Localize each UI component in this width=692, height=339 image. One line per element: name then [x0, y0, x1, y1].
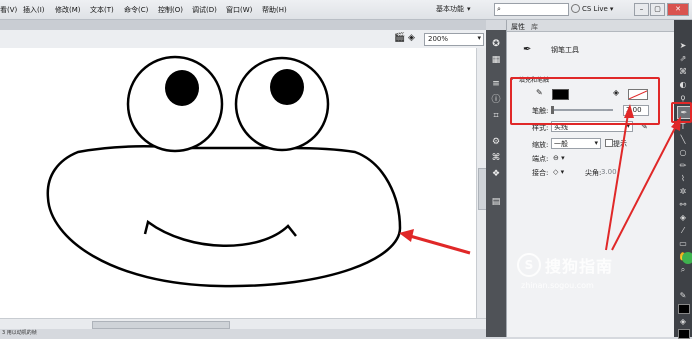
cs-live-label: CS Live	[582, 4, 608, 13]
zoom-tool-icon[interactable]: ⌕	[677, 264, 689, 275]
info-panel-icon[interactable]: ⓘ	[489, 94, 503, 106]
menu-bar: 看(V) 插入(I) 修改(M) 文本(T) 命令(C) 控制(O) 调试(D)…	[0, 0, 692, 20]
document-tab-strip	[0, 20, 486, 30]
document-toolbar: 🎬 ◈ 200% ▾	[0, 30, 486, 49]
pen-tool-icon: ✒	[523, 44, 532, 55]
cs-live-icon	[571, 4, 580, 13]
menu-help[interactable]: 帮助(H)	[262, 5, 287, 15]
color-panel-icon[interactable]: ✪	[489, 38, 503, 50]
zoom-select[interactable]: 200% ▾	[424, 33, 484, 46]
help-search-input[interactable]: ⌕	[494, 3, 569, 16]
chevron-down-icon: ▾	[609, 4, 614, 13]
cs-live-button[interactable]: CS Live ▾	[571, 4, 613, 13]
zoom-value: 200%	[428, 35, 449, 43]
menu-control[interactable]: 控制(O)	[158, 5, 183, 15]
stage-canvas[interactable]	[0, 48, 476, 318]
edit-scene-icon[interactable]: 🎬	[394, 33, 405, 43]
stroke-color-chip[interactable]	[678, 304, 690, 314]
annotation-arrow-stage-head	[399, 229, 414, 242]
watermark-url: zhinan.sogou.com	[521, 281, 594, 290]
annotation-arrow-to-pen-head	[671, 116, 681, 131]
minimize-button[interactable]: –	[634, 3, 649, 16]
watermark: S 搜狗指南 zhinan.sogou.com	[517, 253, 677, 313]
menu-text[interactable]: 文本(T)	[90, 5, 114, 15]
search-icon: ⌕	[497, 5, 501, 13]
status-bar: 3 用以动机的帧	[0, 329, 486, 337]
menu-commands[interactable]: 命令(C)	[124, 5, 148, 15]
align-panel-icon[interactable]: ≡	[489, 78, 503, 90]
menu-debug[interactable]: 调试(D)	[192, 5, 217, 15]
frog-head-outline	[46, 144, 402, 288]
close-button[interactable]: ✕	[667, 3, 689, 16]
swatches-panel-icon[interactable]: ▦	[489, 54, 503, 66]
subselection-tool-icon[interactable]: ⇗	[677, 53, 689, 64]
menu-modify[interactable]: 修改(M)	[55, 5, 81, 15]
workspace-switcher[interactable]: 基本功能 ▾	[434, 2, 473, 16]
panel-tab-bar: 属性 库	[507, 20, 675, 32]
floating-badge-icon	[682, 252, 692, 264]
menu-view[interactable]: 看(V)	[0, 5, 17, 15]
status-text: 3 用以动机的帧	[2, 330, 37, 336]
free-transform-tool-icon[interactable]: ⌘	[677, 66, 689, 77]
tab-library[interactable]: 库	[531, 22, 538, 32]
chevron-down-icon: ▾	[467, 5, 471, 13]
horizontal-scroll-thumb[interactable]	[92, 321, 230, 329]
frog-drawing	[46, 55, 471, 288]
actions-panel-icon[interactable]: ▤	[489, 196, 503, 208]
components-icon[interactable]: ❖	[489, 168, 503, 180]
frog-pupil-right	[270, 69, 304, 105]
menu-window[interactable]: 窗口(W)	[226, 5, 252, 15]
motion-presets-icon[interactable]: ⚙	[489, 136, 503, 148]
fill-color-chip[interactable]	[678, 329, 690, 339]
annotation-arrow-to-pen	[611, 125, 677, 251]
annotation-arrows-panel	[605, 104, 681, 251]
annotation-arrow-stage	[409, 234, 471, 255]
frog-pupil-left	[165, 70, 199, 106]
maximize-button[interactable]: ▢	[650, 3, 665, 16]
tab-properties[interactable]: 属性	[511, 22, 525, 32]
fill-color-tool-icon[interactable]: ◈	[677, 316, 689, 327]
current-tool-name: 钢笔工具	[551, 46, 579, 54]
chevron-down-icon: ▾	[477, 34, 481, 42]
3d-rotation-tool-icon[interactable]: ◐	[677, 79, 689, 90]
code-snippets-icon[interactable]: ⌘	[489, 152, 503, 164]
annotation-arrow-to-settings	[605, 113, 629, 251]
transform-panel-icon[interactable]: ⌗	[489, 110, 503, 122]
edit-symbol-icon[interactable]: ◈	[408, 33, 415, 43]
annotation-arrow-to-settings-head	[624, 104, 634, 118]
selection-tool-icon[interactable]: ➤	[677, 40, 689, 51]
stroke-color-tool-icon[interactable]: ✎	[677, 290, 689, 301]
workspace-label: 基本功能	[436, 5, 464, 13]
panel-dock: ✪ ▦ ≡ ⓘ ⌗ ⚙ ⌘ ❖ ▤	[486, 30, 506, 337]
menu-insert[interactable]: 插入(I)	[23, 5, 45, 15]
